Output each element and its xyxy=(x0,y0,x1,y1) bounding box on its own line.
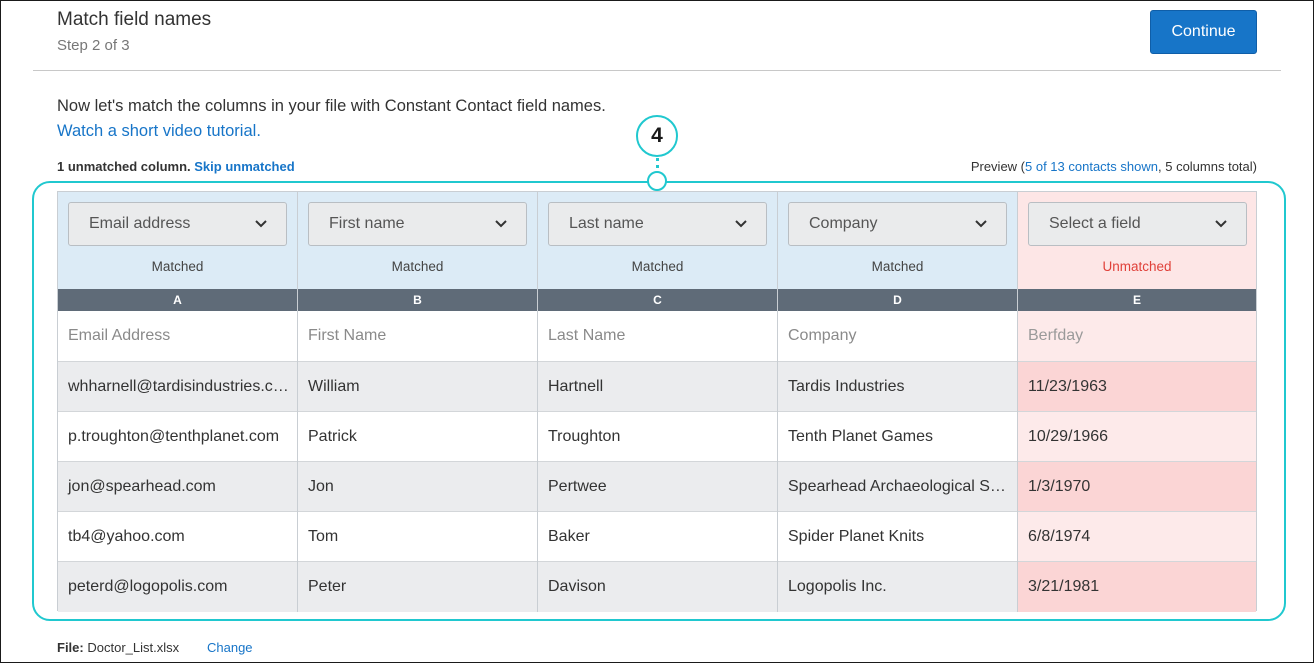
skip-unmatched-link[interactable]: Skip unmatched xyxy=(194,159,294,174)
file-info: File: Doctor_List.xlsx xyxy=(57,640,179,655)
change-file-link[interactable]: Change xyxy=(207,640,253,655)
intro-text: Now let's match the columns in your file… xyxy=(57,97,606,115)
contacts-shown-link[interactable]: 5 of 13 contacts shown xyxy=(1025,159,1158,174)
file-label: File: xyxy=(57,640,84,655)
unmatched-summary: 1 unmatched column. Skip unmatched xyxy=(57,159,295,174)
preview-suffix: , 5 columns total) xyxy=(1158,159,1257,174)
callout-highlight-box xyxy=(32,181,1286,621)
callout-number-badge: 4 xyxy=(636,115,678,157)
callout-anchor-dot xyxy=(647,171,667,191)
preview-prefix: Preview ( xyxy=(970,159,1026,174)
unmatched-count-text: 1 unmatched column. xyxy=(57,159,191,174)
step-indicator: Step 2 of 3 xyxy=(57,37,130,54)
header-divider xyxy=(33,70,1281,71)
preview-summary: Preview (5 of 13 contacts shown, 5 colum… xyxy=(971,159,1257,174)
continue-button[interactable]: Continue xyxy=(1150,10,1257,54)
page-title: Match field names xyxy=(57,9,212,30)
video-tutorial-link[interactable]: Watch a short video tutorial. xyxy=(57,122,261,141)
file-name: Doctor_List.xlsx xyxy=(87,640,180,655)
